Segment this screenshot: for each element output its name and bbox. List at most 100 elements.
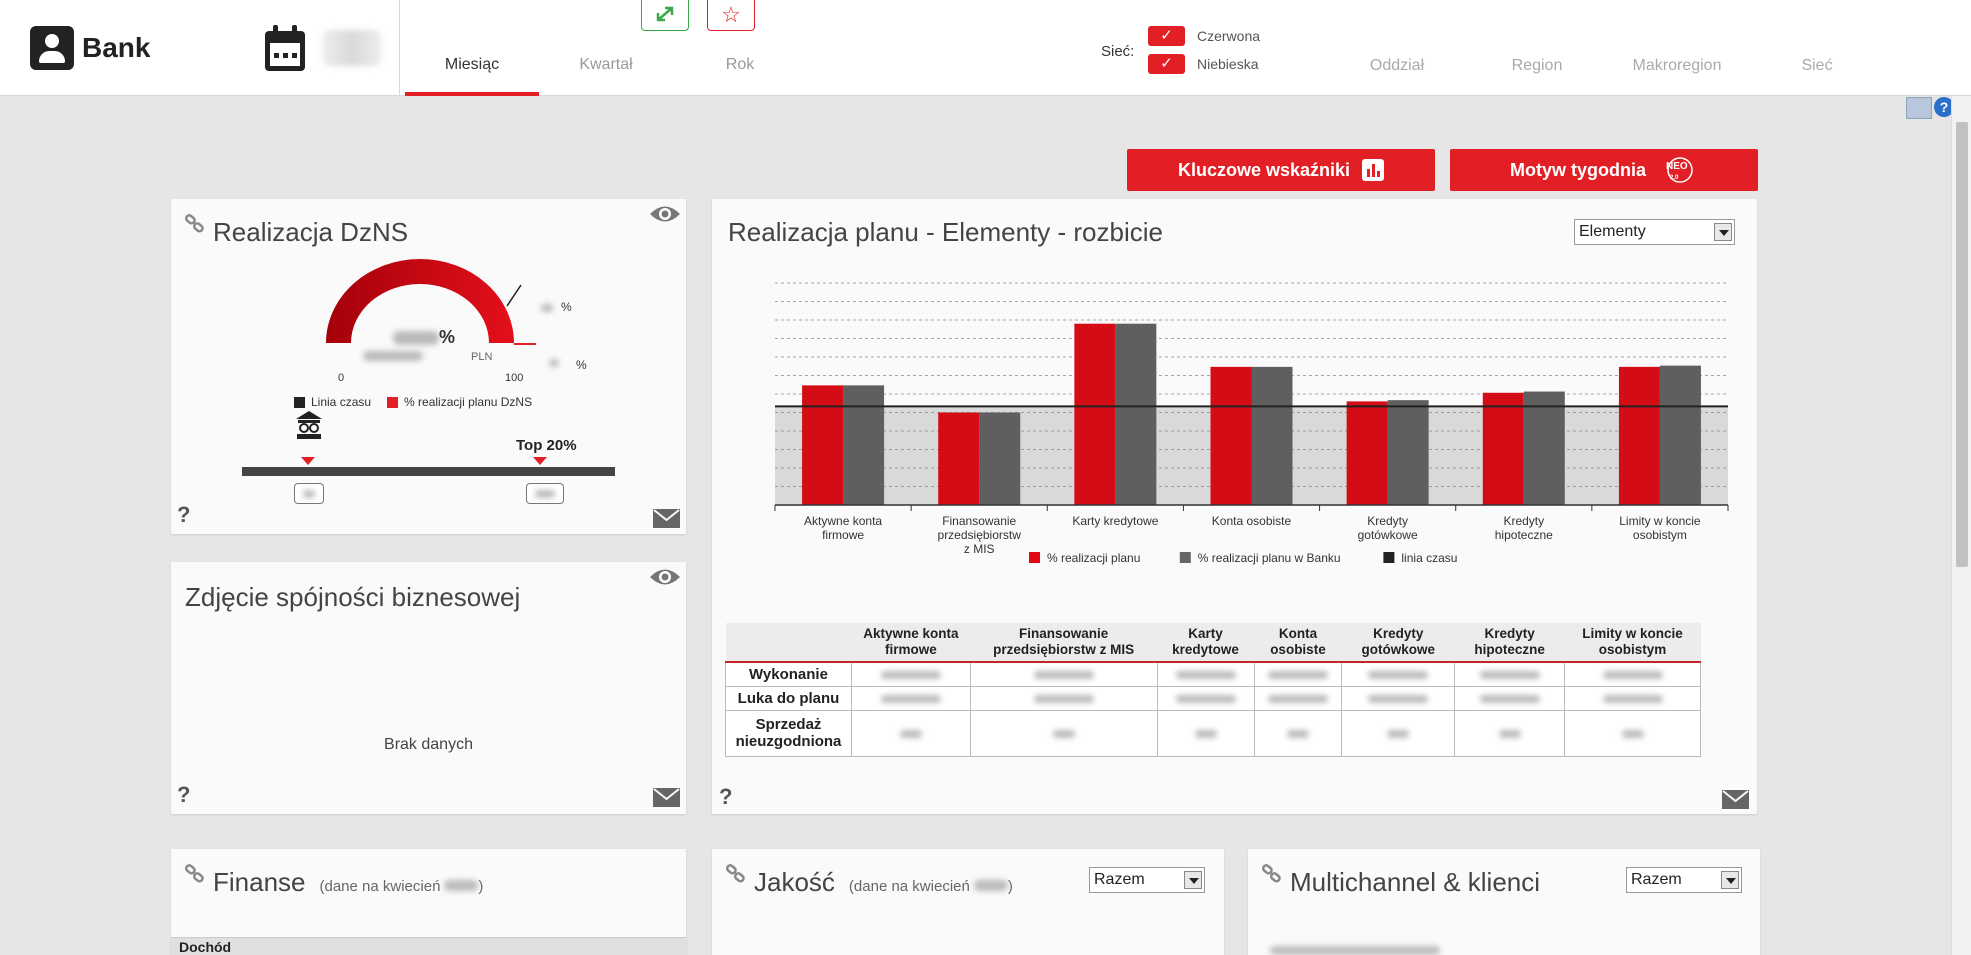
chevron-down-icon[interactable] — [1714, 223, 1732, 241]
mail-icon[interactable] — [653, 509, 680, 528]
table-cell-redacted — [1454, 661, 1565, 687]
checkbox-label: Niebieska — [1197, 56, 1259, 72]
x-tick-label-line: przedsiębiorstw — [938, 528, 1022, 542]
check-icon[interactable]: ✓ — [1148, 26, 1185, 46]
date-redacted — [322, 30, 382, 66]
bar-bank — [1251, 366, 1293, 505]
tab-month[interactable]: Miesiąc — [405, 56, 539, 74]
bar-plan — [1346, 401, 1388, 505]
bar-chart-icon — [1362, 159, 1385, 181]
bar-bank — [1523, 391, 1565, 505]
x-tick-label-line: Kredyty — [1503, 514, 1544, 528]
table-corner — [725, 623, 852, 662]
x-tick-label-line: Kredyty — [1367, 514, 1408, 528]
card-title: Multichannel & klienci — [1290, 867, 1541, 897]
scrollbar[interactable] — [1951, 96, 1971, 955]
favorite-button[interactable]: ☆ — [707, 0, 755, 31]
gauge-side-suffix: % — [576, 358, 587, 372]
table-cell-redacted — [1341, 661, 1456, 687]
chevron-down-icon[interactable] — [1184, 871, 1202, 889]
eye-icon[interactable] — [649, 203, 681, 225]
x-tick-label-line: firmowe — [822, 528, 864, 542]
check-icon[interactable]: ✓ — [1148, 54, 1185, 74]
table-header: Kredyty hipoteczne — [1454, 623, 1565, 662]
help-question-icon[interactable]: ? — [719, 784, 732, 810]
coherence-card: Zdjęcie spójności biznesowej Brak danych… — [171, 562, 686, 814]
finance-row-income[interactable]: Dochód — [171, 937, 686, 955]
mail-icon[interactable] — [653, 788, 680, 807]
table-cell-redacted — [969, 709, 1158, 757]
x-tick-label-line: Konta osobiste — [1212, 514, 1292, 528]
tab-macroregion[interactable]: Makroregion — [1607, 57, 1747, 75]
legend-swatch — [1029, 552, 1040, 563]
svg-text:2.0: 2.0 — [1670, 175, 1679, 181]
bar-bank — [1659, 365, 1701, 505]
bar-plan — [1074, 323, 1116, 505]
content-redacted — [1270, 946, 1440, 955]
tab-branch[interactable]: Oddział — [1327, 57, 1467, 75]
table-cell-redacted — [1341, 685, 1456, 711]
mail-icon[interactable] — [1722, 790, 1749, 809]
elements-select[interactable]: Elementy — [1574, 219, 1735, 245]
marker-icon — [533, 457, 547, 465]
date-redacted — [973, 880, 1008, 891]
link-icon[interactable] — [185, 863, 205, 883]
table-header: Konta osobiste — [1254, 623, 1342, 662]
card-title-text: Jakość — [754, 867, 835, 897]
card-title: Zdjęcie spójności biznesowej — [185, 582, 521, 612]
link-icon[interactable] — [726, 863, 746, 883]
key-indicators-button[interactable]: Kluczowe wskaźniki — [1127, 149, 1435, 191]
help-question-icon[interactable]: ? — [177, 782, 190, 808]
legend-label: Linia czasu — [311, 395, 372, 409]
checkbox-niebieska[interactable]: ✓ Niebieska — [1148, 54, 1258, 74]
row-header: Wykonanie — [725, 661, 852, 687]
table-cell-redacted — [1253, 685, 1343, 711]
table-cell-redacted — [1156, 709, 1255, 757]
dzns-card: Realizacja DzNS % PLN 0 100 % % Linia cz… — [171, 199, 686, 534]
checkbox-czerwona[interactable]: ✓ Czerwona — [1148, 26, 1260, 46]
eye-icon[interactable] — [649, 566, 681, 588]
quality-select[interactable]: Razem — [1089, 867, 1205, 893]
link-icon[interactable] — [1262, 863, 1282, 883]
legend-swatch — [294, 396, 305, 408]
table-header: Karty kredytowe — [1157, 623, 1255, 662]
table-header: Aktywne konta firmowe — [851, 623, 971, 662]
table-cell-redacted — [1454, 709, 1565, 757]
key-indicators-label: Kluczowe wskaźniki — [1177, 159, 1351, 180]
list-settings-icon[interactable] — [1906, 97, 1932, 119]
marker-icon — [301, 457, 315, 465]
gauge-legend: Linia czasu % realizacji planu DzNS — [294, 395, 532, 409]
plan-bar-chart: Aktywne konta firmowe Finansowanie przedsię… — [774, 282, 1729, 565]
svg-text:NEO: NEO — [1666, 161, 1688, 172]
chevron-down-icon[interactable] — [1721, 871, 1739, 889]
neo-icon: NEO 2.0 — [1666, 157, 1693, 183]
card-subtitle-end: ) — [1007, 878, 1013, 895]
bar-plan — [1618, 366, 1660, 505]
x-tick-label: Kredyty hipoteczne — [1495, 514, 1553, 542]
x-tick-label: Konta osobiste — [1212, 514, 1292, 528]
table-cell-redacted — [1564, 685, 1701, 711]
legend-swatch — [387, 396, 399, 408]
help-question-icon[interactable]: ? — [177, 502, 190, 528]
tab-region[interactable]: Region — [1467, 57, 1607, 75]
calendar-icon[interactable] — [263, 23, 307, 73]
bar-plan — [938, 412, 980, 505]
link-icon[interactable] — [185, 213, 205, 233]
tab-quarter[interactable]: Kwartał — [539, 56, 673, 74]
x-tick-label: Finansowanie przedsiębiorstw z MIS — [938, 514, 1022, 556]
multichannel-select[interactable]: Razem — [1626, 867, 1742, 893]
table-header: Limity w koncie osobistym — [1564, 623, 1701, 662]
date-redacted — [444, 880, 479, 891]
brand[interactable]: Bank — [30, 26, 150, 70]
expand-button[interactable] — [641, 0, 689, 31]
timeline-bar — [242, 467, 615, 476]
bank-building-icon — [296, 411, 322, 439]
x-tick-label-line: osobistym — [1633, 528, 1687, 542]
tab-year[interactable]: Rok — [673, 56, 807, 74]
marker-value-box — [294, 483, 324, 504]
scroll-thumb[interactable] — [1956, 122, 1968, 567]
tab-network[interactable]: Sieć — [1747, 57, 1887, 75]
table-cell-redacted — [1564, 709, 1701, 757]
week-motive-button[interactable]: Motyw tygodnia NEO 2.0 — [1450, 149, 1758, 191]
table-row: Luka do planu — [725, 685, 1701, 711]
